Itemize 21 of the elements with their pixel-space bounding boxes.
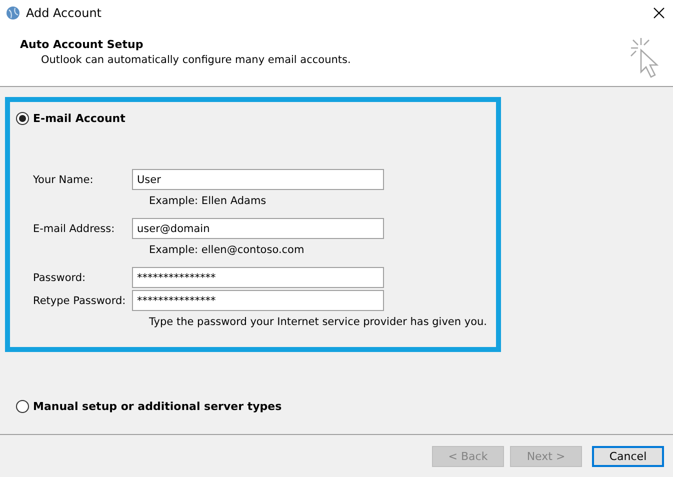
field-hint: Example: Ellen Adams [148,194,266,209]
field-hint: Type the password your Internet service provider has given you. [148,315,487,330]
input-field[interactable]: *************** [132,290,384,311]
close-icon[interactable] [653,7,665,19]
globe-icon [6,6,20,20]
field-label: Password: [33,272,87,284]
input-field[interactable]: *************** [132,267,384,288]
option-label[interactable]: E-mail Account [33,112,126,125]
header-subtitle: Outlook can automatically configure many email accounts. [40,54,351,66]
field-label: E-mail Address: [33,222,116,234]
input-field[interactable]: User [132,169,384,190]
input-field[interactable]: user@domain [132,218,384,239]
option-label[interactable]: Manual setup or additional server types [33,400,282,413]
header-title: Auto Account Setup [20,38,144,51]
window-title: Add Account [26,6,102,20]
field-hint: Example: ellen@contoso.com [148,243,304,258]
radio-button[interactable] [16,400,29,413]
radio-button[interactable] [16,112,29,125]
field-label: Retype Password: [33,294,127,306]
field-label: Your Name: [33,174,94,186]
dialog-button[interactable]: Cancel [592,446,664,466]
